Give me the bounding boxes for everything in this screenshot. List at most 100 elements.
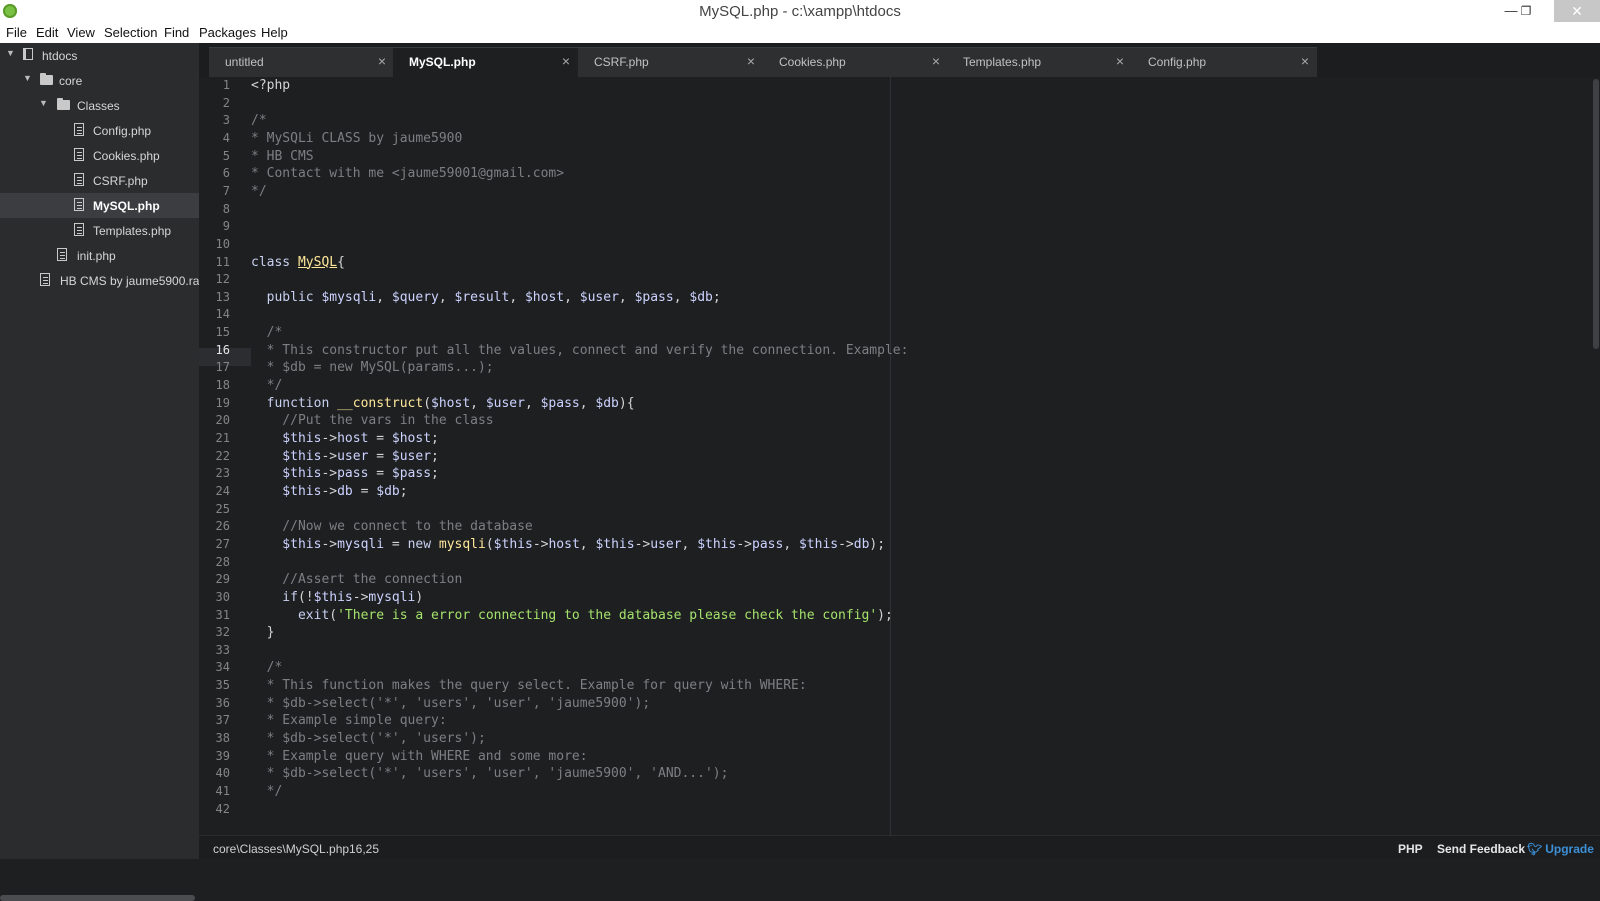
menu-file[interactable]: File <box>6 25 27 40</box>
tree-item-config-php[interactable]: Config.php <box>0 118 199 143</box>
line-number: 33 <box>215 642 230 657</box>
maximize-button[interactable]: ❐ <box>1512 0 1540 22</box>
code-line[interactable]: * Contact with me <jaume59001@gmail.com> <box>251 166 564 184</box>
code-line[interactable]: $this->pass = $pass; <box>251 466 439 484</box>
code-line[interactable]: */ <box>251 184 267 202</box>
code-editor[interactable]: 1 2 3 4 5 6 7 8 9 10 11 12 13 14 15 16 17 18 19 20 21 22 23 24 2… <box>199 77 1600 835</box>
status-grammar[interactable]: PHP <box>1398 842 1423 856</box>
editor-vertical-scrollbar[interactable] <box>1593 79 1599 349</box>
close-window-button[interactable]: ✕ <box>1554 0 1600 22</box>
close-tab-icon[interactable]: × <box>378 53 386 69</box>
status-cursor-position[interactable]: 16,25 <box>349 842 379 856</box>
code-line[interactable]: $this->user = $user; <box>251 449 439 467</box>
code-line[interactable]: exit('There is a error connecting to the… <box>251 608 893 626</box>
tree-item-cookies-php[interactable]: Cookies.php <box>0 143 199 168</box>
tree-item-label: Classes <box>77 99 120 113</box>
menu-find[interactable]: Find <box>164 25 189 40</box>
tree-item-htdocs[interactable]: ▼ htdocs <box>0 43 199 68</box>
chevron-down-icon[interactable]: ▼ <box>23 73 32 83</box>
repository-icon <box>23 48 33 60</box>
chevron-down-icon[interactable]: ▼ <box>6 48 15 58</box>
tree-item-label: core <box>59 74 83 88</box>
code-line[interactable]: $this->db = $db; <box>251 484 407 502</box>
line-number: 5 <box>222 148 230 163</box>
tree-item-classes[interactable]: ▼ Classes <box>0 93 199 118</box>
menu-help[interactable]: Help <box>261 25 288 40</box>
tree-item-mysql-php[interactable]: MySQL.php <box>0 193 199 218</box>
code-line[interactable]: //Assert the connection <box>251 572 462 590</box>
tab-untitled[interactable]: untitled × <box>209 47 394 77</box>
tab-config-php[interactable]: Config.php × <box>1132 47 1317 77</box>
tree-item-csrf-php[interactable]: CSRF.php <box>0 168 199 193</box>
code-line[interactable]: * This constructor put all the values, c… <box>251 343 909 361</box>
tree-item-init-php[interactable]: init.php <box>0 243 199 268</box>
title-bar: MySQL.php - c:\xampp\htdocs — ❐ ✕ <box>0 0 1600 23</box>
code-line[interactable]: * Example simple query: <box>251 713 447 731</box>
status-file-path[interactable]: core\Classes\MySQL.php <box>213 842 349 856</box>
code-line[interactable]: * This function makes the query select. … <box>251 678 807 696</box>
menu-selection[interactable]: Selection <box>104 25 157 40</box>
code-line[interactable]: //Now we connect to the database <box>251 519 532 537</box>
tab-label: untitled <box>225 55 264 69</box>
line-number: 18 <box>215 378 230 393</box>
tree-item-rar-archive[interactable]: HB CMS by jaume5900.rar <box>0 268 203 293</box>
code-line[interactable]: public $mysqli, $query, $result, $host, … <box>251 290 721 308</box>
tab-cookies-php[interactable]: Cookies.php × <box>763 47 948 77</box>
file-icon <box>40 273 50 286</box>
line-number: 40 <box>215 766 230 781</box>
send-feedback-link[interactable]: Send Feedback <box>1437 842 1525 856</box>
code-line[interactable]: * $db->select('*', 'users', 'user', 'jau… <box>251 696 651 714</box>
file-icon <box>74 123 84 136</box>
close-tab-icon[interactable]: × <box>562 53 570 69</box>
menu-edit[interactable]: Edit <box>36 25 58 40</box>
code-lines[interactable]: <?php/* * MySQLi CLASS by jaume5900 * HB C… <box>251 77 1591 835</box>
line-number: 19 <box>215 395 230 410</box>
line-number: 20 <box>215 413 230 428</box>
tree-item-templates-php[interactable]: Templates.php <box>0 218 199 243</box>
line-number: 22 <box>215 448 230 463</box>
close-tab-icon[interactable]: × <box>1301 53 1309 69</box>
line-number: 1 <box>222 78 230 92</box>
menu-view[interactable]: View <box>67 25 95 40</box>
tab-mysql-php[interactable]: MySQL.php × <box>393 47 578 77</box>
line-number: 34 <box>215 660 230 675</box>
tab-bar: untitled × MySQL.php × CSRF.php × Cookie… <box>199 43 1600 77</box>
line-number: 41 <box>215 784 230 798</box>
code-line[interactable]: class MySQL{ <box>251 255 345 273</box>
code-line[interactable]: //Put the vars in the class <box>251 413 493 431</box>
code-line[interactable]: */ <box>251 784 283 802</box>
code-line[interactable]: /* <box>251 113 267 131</box>
tree-item-label: init.php <box>77 249 116 263</box>
code-line[interactable]: */ <box>251 378 283 396</box>
code-line[interactable]: $this->host = $host; <box>251 431 439 449</box>
menu-packages[interactable]: Packages <box>199 25 256 40</box>
code-line[interactable]: * $db->select('*', 'users'); <box>251 731 486 749</box>
code-line[interactable]: /* <box>251 660 283 678</box>
code-line[interactable]: * MySQLi CLASS by jaume5900 <box>251 131 462 149</box>
line-number: 9 <box>222 219 230 234</box>
code-line[interactable]: $this->mysqli = new mysqli($this->host, … <box>251 537 885 555</box>
code-line[interactable]: * Example query with WHERE and some more… <box>251 749 588 767</box>
code-line[interactable]: * $db = new MySQL(params...); <box>251 360 494 378</box>
close-tab-icon[interactable]: × <box>1116 53 1124 69</box>
code-line[interactable]: } <box>251 625 275 643</box>
tab-templates-php[interactable]: Templates.php × <box>947 47 1132 77</box>
line-number-gutter: 1 2 3 4 5 6 7 8 9 10 11 12 13 14 15 16 17 18 19 20 21 22 23 24 2… <box>199 77 249 835</box>
code-line[interactable]: * $db->select('*', 'users', 'user', 'jau… <box>251 766 729 784</box>
close-tab-icon[interactable]: × <box>747 53 755 69</box>
code-line[interactable]: /* <box>251 325 283 343</box>
tab-csrf-php[interactable]: CSRF.php × <box>578 47 763 77</box>
sidebar-horizontal-scrollbar[interactable] <box>0 895 195 901</box>
line-number: 42 <box>215 801 230 816</box>
tree-item-core[interactable]: ▼ core <box>0 68 199 93</box>
tab-label: Cookies.php <box>779 55 846 69</box>
code-line[interactable]: <?php <box>251 78 290 96</box>
code-line[interactable]: function __construct($host, $user, $pass… <box>251 396 635 414</box>
line-number: 16 <box>215 342 230 357</box>
upgrade-link[interactable]: 🐦︎ Upgrade <box>1527 842 1594 856</box>
code-line[interactable]: * HB CMS <box>251 149 314 167</box>
chevron-down-icon[interactable]: ▼ <box>39 98 48 108</box>
code-line[interactable]: if(!$this->mysqli) <box>251 590 423 608</box>
close-tab-icon[interactable]: × <box>932 53 940 69</box>
line-number: 15 <box>215 325 230 340</box>
